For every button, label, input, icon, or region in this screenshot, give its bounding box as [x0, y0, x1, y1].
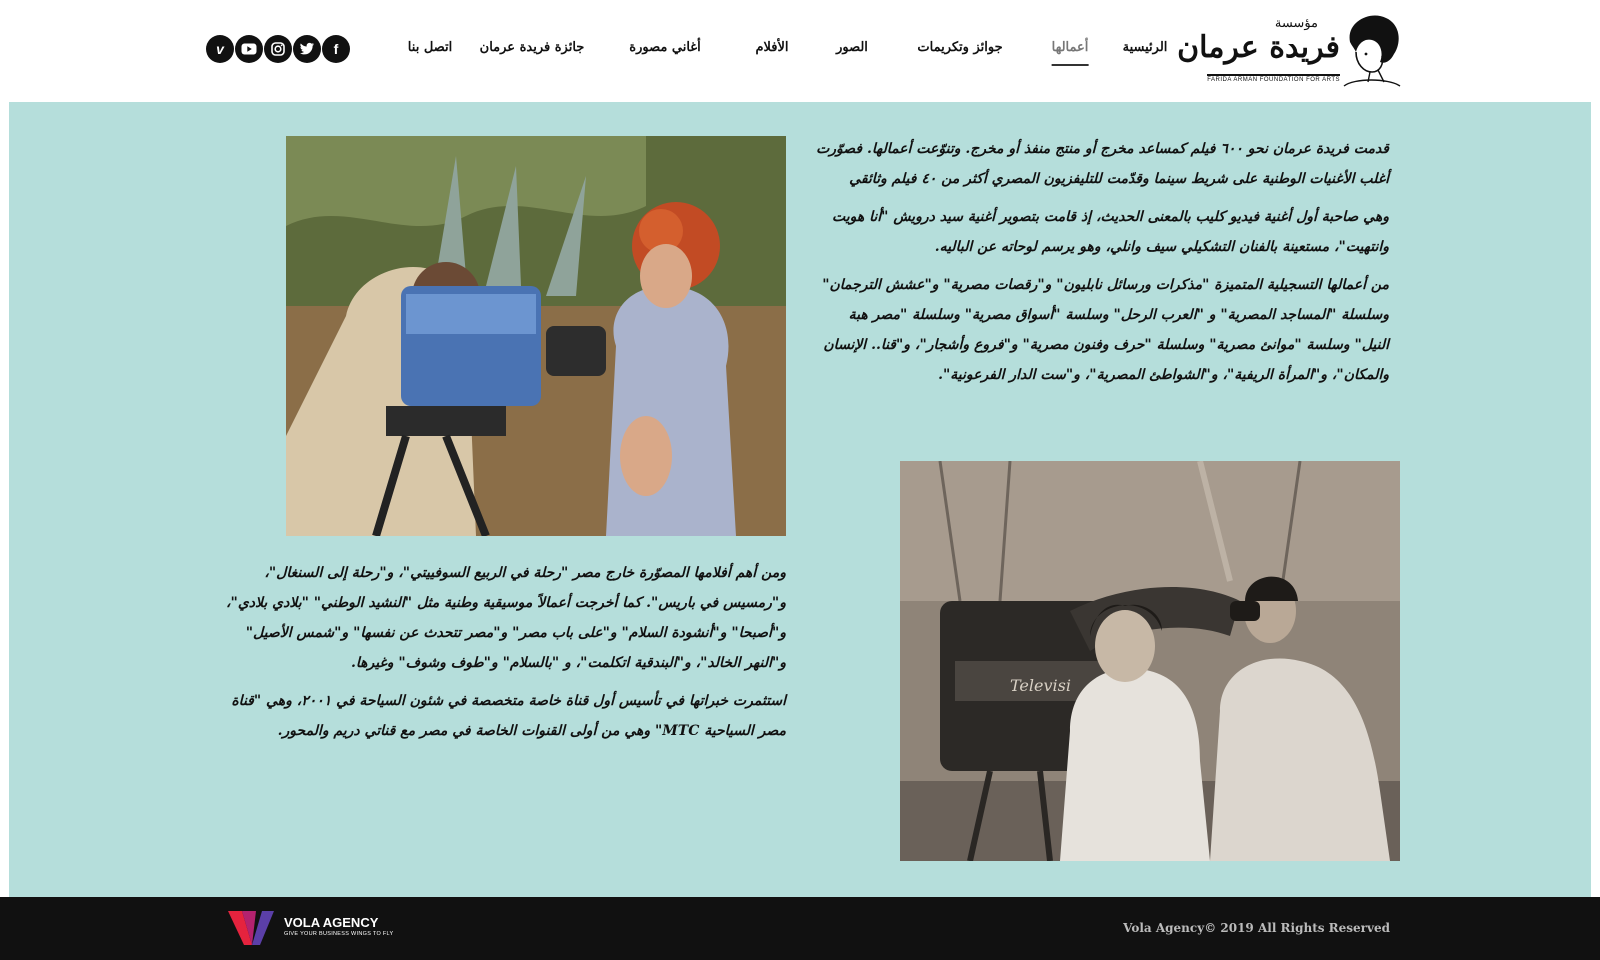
- nav-item-home[interactable]: الرئيسية: [1123, 38, 1168, 58]
- svg-text:v: v: [216, 42, 225, 56]
- vola-agency-name: VOLA AGENCY: [284, 915, 379, 930]
- site-header: مؤسسة فريدة عرمان FARIDA ARMAN FOUNDATIO…: [0, 0, 1600, 102]
- photo-sepia-tv-camera: Televisi: [900, 461, 1400, 861]
- nav-item-photos[interactable]: الصور: [836, 38, 868, 58]
- works-paragraph-4: ومن أهم أفلامها المصوّرة خارج مصر "رحلة …: [226, 565, 786, 671]
- vimeo-icon[interactable]: v: [206, 35, 234, 63]
- works-section: قدمت فريدة عرمان نحو ٦٠٠ فيلم كمساعد مخر…: [9, 102, 1591, 897]
- instagram-icon[interactable]: [264, 35, 292, 63]
- facebook-icon[interactable]: f: [322, 35, 350, 63]
- works-paragraph-5: استثمرت خبراتها في تأسيس أول قناة خاصة م…: [231, 693, 786, 739]
- photo-color-camera-crew: [286, 136, 786, 536]
- youtube-icon[interactable]: [235, 35, 263, 63]
- svg-text:f: f: [334, 42, 339, 56]
- nav-item-films[interactable]: الأفلام: [755, 38, 788, 58]
- nav-item-contact[interactable]: اتصل بنا: [408, 38, 452, 58]
- nav-item-awards[interactable]: جوائز وتكريمات: [917, 38, 1002, 58]
- svg-text:Televisi: Televisi: [1010, 676, 1071, 695]
- nav-item-farida-award[interactable]: جائزة فريدة عرمان: [480, 38, 585, 58]
- works-paragraph-3: من أعمالها التسجيلية المتميزة "مذكرات ور…: [822, 277, 1389, 383]
- copyright-text: Vola Agency© 2019 All Rights Reserved: [1123, 921, 1390, 935]
- works-paragraph-2: وهي صاحبة أول أغنية فيديو كليب بالمعنى ا…: [831, 209, 1389, 255]
- vola-logo-icon: [228, 911, 274, 945]
- photo-sepia-tv-camera-image: Televisi: [900, 461, 1400, 861]
- nav-item-works[interactable]: أعمالها: [1051, 38, 1089, 66]
- logo-english-name: FARIDA ARMAN FOUNDATION FOR ARTS: [1207, 74, 1340, 83]
- vola-agency-tagline: GIVE YOUR BUSINESS WINGS TO FLY: [284, 931, 394, 937]
- vola-agency-logo[interactable]: VOLA AGENCY GIVE YOUR BUSINESS WINGS TO …: [228, 909, 393, 949]
- twitter-icon[interactable]: [293, 35, 321, 63]
- photo-color-camera-crew-image: [286, 136, 786, 536]
- works-text-left: ومن أهم أفلامها المصوّرة خارج مصر "رحلة …: [209, 558, 786, 754]
- nav-item-music-videos[interactable]: أغاني مصورة: [629, 38, 700, 58]
- site-footer: VOLA AGENCY GIVE YOUR BUSINESS WINGS TO …: [0, 897, 1600, 960]
- works-paragraph-1: قدمت فريدة عرمان نحو ٦٠٠ فيلم كمساعد مخر…: [816, 141, 1389, 187]
- logo-prefix: مؤسسة: [1274, 16, 1318, 31]
- works-text-right: قدمت فريدة عرمان نحو ٦٠٠ فيلم كمساعد مخر…: [814, 134, 1389, 398]
